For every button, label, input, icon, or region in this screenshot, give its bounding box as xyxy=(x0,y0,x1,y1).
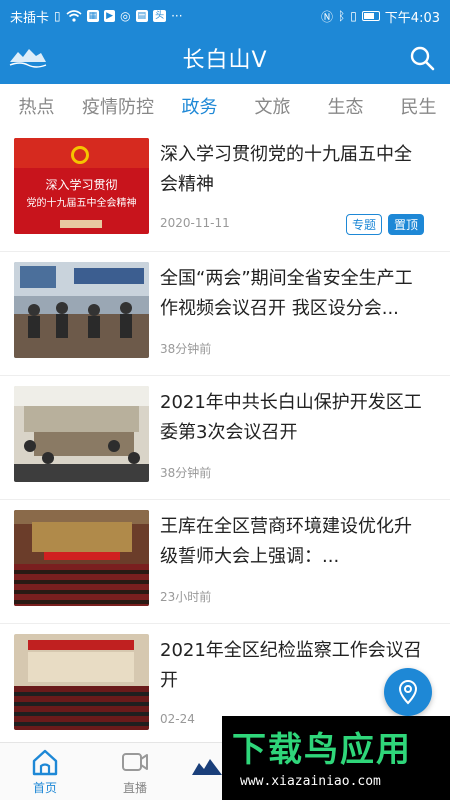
center-logo-icon[interactable] xyxy=(190,753,224,783)
thumbnail-caption-line1: 深入学习贯彻 xyxy=(45,178,118,192)
news-time: 2020-11-11 xyxy=(160,216,230,230)
pinned-badge: 置顶 xyxy=(387,214,424,235)
location-button[interactable] xyxy=(384,668,432,716)
vibrate-icon: ▯ xyxy=(350,9,357,23)
mountain-logo-icon[interactable] xyxy=(8,44,48,70)
app-notification-icon: ▦ xyxy=(86,10,100,22)
news-time: 02-24 xyxy=(160,712,195,726)
watermark-brand: 下载鸟应用 xyxy=(232,730,412,770)
status-bar: 未插卡 ▯ ▦ ▶ ◎ ▤ 头 ··· Ⓝ ᛒ ▯ 下午4:03 xyxy=(0,0,450,32)
news-title: 2021年中共长白山保护开发区工委第3次会议召开 xyxy=(160,392,422,443)
news-list: 深入学习贯彻 党的十九届五中全会精神 深入学习贯彻党的十九届五中全会精神 202… xyxy=(0,128,450,748)
status-right: Ⓝ ᛒ ▯ 下午4:03 xyxy=(321,7,440,26)
nav-live[interactable]: 直播 xyxy=(100,747,170,796)
list-item[interactable]: 2021年中共长白山保护开发区工委第3次会议召开 38分钟前 xyxy=(0,376,450,500)
news-time: 38分钟前 xyxy=(160,342,212,356)
news-thumbnail xyxy=(14,510,149,606)
location-pin-icon xyxy=(398,679,418,705)
wifi-icon xyxy=(66,10,82,22)
tab-culture-tourism[interactable]: 文旅 xyxy=(236,93,309,119)
watermark-url: www.xiazainiao.com xyxy=(240,774,381,789)
list-item[interactable]: 全国“两会”期间全省安全生产工作视频会议召开 我区设分会... 38分钟前 xyxy=(0,252,450,376)
app-title: 长白山V xyxy=(182,48,268,73)
nfc-icon: Ⓝ xyxy=(320,9,333,24)
tab-epidemic[interactable]: 疫情防控 xyxy=(73,93,163,119)
bluetooth-icon: ᛒ xyxy=(337,9,346,23)
site-watermark: 下载鸟应用 www.xiazainiao.com xyxy=(222,716,450,800)
battery-icon xyxy=(361,11,380,21)
tab-ecology[interactable]: 生态 xyxy=(309,93,382,119)
tab-livelihood[interactable]: 民生 xyxy=(382,93,450,119)
nav-home[interactable]: 首页 xyxy=(10,747,80,796)
news-thumbnail xyxy=(14,634,149,730)
news-title: 全国“两会”期间全省安全生产工作视频会议召开 我区设分会... xyxy=(160,268,413,319)
news-thumbnail xyxy=(14,386,149,482)
thumbnail-caption-line2: 党的十九届五中全会精神 xyxy=(26,198,137,209)
video-camera-icon xyxy=(122,753,148,771)
list-item[interactable]: 深入学习贯彻 党的十九届五中全会精神 深入学习贯彻党的十九届五中全会精神 202… xyxy=(0,128,450,252)
video-app-icon: ▶ xyxy=(104,10,116,22)
news-title: 深入学习贯彻党的十九届五中全会精神 xyxy=(160,144,412,195)
news-time: 23小时前 xyxy=(160,590,212,604)
sim-icon: ▯ xyxy=(54,9,61,23)
search-icon[interactable] xyxy=(408,44,436,72)
news-thumbnail: 深入学习贯彻 党的十九届五中全会精神 xyxy=(14,138,149,234)
list-item[interactable]: 王库在全区营商环境建设优化升级誓师大会上强调：... 23小时前 xyxy=(0,500,450,624)
carrier-text: 未插卡 xyxy=(10,10,50,26)
wechat-icon: ◎ xyxy=(120,9,131,23)
toutiao-icon: 头 xyxy=(153,10,167,22)
news-app-icon: ▤ xyxy=(135,10,149,22)
news-time: 38分钟前 xyxy=(160,466,212,480)
nav-home-label: 首页 xyxy=(32,781,57,795)
news-title: 王库在全区营商环境建设优化升级誓师大会上强调：... xyxy=(160,516,412,567)
clock-text: 下午4:03 xyxy=(384,10,440,26)
tag-row: 专题 置顶 xyxy=(345,214,424,235)
app-header: 长白山V xyxy=(0,32,450,84)
home-icon xyxy=(32,749,58,776)
category-tabs: 热点 疫情防控 政务 文旅 生态 民生 xyxy=(0,84,450,128)
nav-live-label: 直播 xyxy=(122,781,147,795)
topic-badge: 专题 xyxy=(345,214,382,235)
tab-government[interactable]: 政务 xyxy=(163,93,236,119)
news-thumbnail xyxy=(14,262,149,358)
more-notifications-icon: ··· xyxy=(171,9,183,23)
tab-hot[interactable]: 热点 xyxy=(0,93,73,119)
status-left: 未插卡 ▯ ▦ ▶ ◎ ▤ 头 ··· xyxy=(10,7,183,26)
